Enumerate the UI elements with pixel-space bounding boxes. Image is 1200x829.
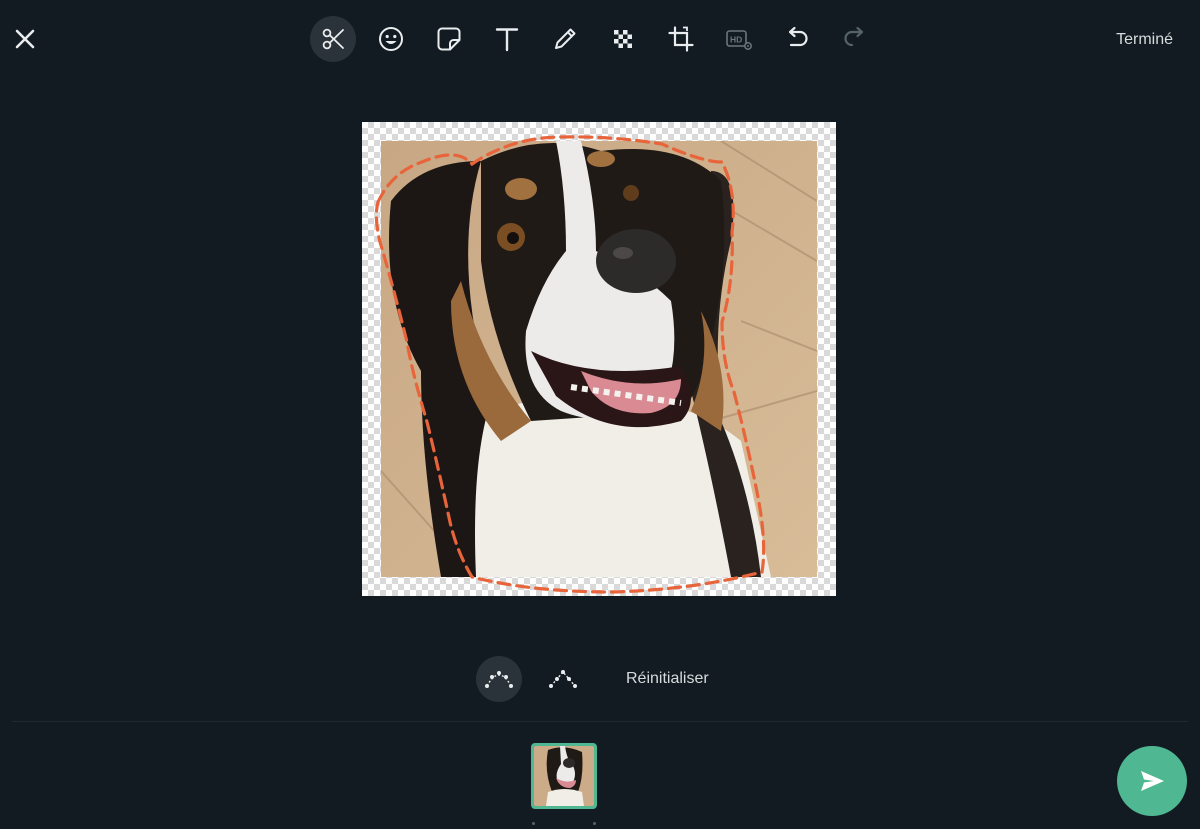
scissors-tool-button[interactable] (310, 16, 356, 62)
blur-tool-button[interactable] (600, 16, 646, 62)
close-button[interactable] (8, 22, 42, 56)
editor-toolbar: HD Terminé (0, 0, 1200, 80)
redo-icon (844, 26, 864, 47)
polygon-points-icon (549, 670, 577, 688)
undo-icon (788, 26, 808, 47)
text-tool-button[interactable] (484, 16, 530, 62)
draw-tool-button[interactable] (542, 16, 588, 62)
send-icon (1141, 771, 1164, 791)
reset-button[interactable]: Réinitialiser (626, 670, 709, 688)
dog-photo (381, 141, 817, 577)
blur-mosaic-icon (614, 30, 632, 48)
cutout-mode-controls: Réinitialiser (476, 656, 709, 702)
thumbnail-photo (534, 746, 594, 806)
image-canvas[interactable] (362, 122, 836, 596)
emoji-icon (379, 27, 403, 51)
send-button[interactable] (1117, 746, 1187, 816)
emoji-tool-button[interactable] (368, 16, 414, 62)
hd-quality-button[interactable]: HD (716, 16, 762, 62)
curve-points-icon (485, 671, 513, 688)
hd-settings-icon: HD (726, 30, 752, 50)
sticker-tool-button[interactable] (426, 16, 472, 62)
crop-icon (668, 26, 694, 52)
tool-strip: HD (310, 16, 890, 62)
scissors-icon (322, 28, 344, 50)
redo-button[interactable] (832, 16, 878, 62)
svg-text:HD: HD (730, 35, 742, 45)
text-icon (495, 28, 519, 52)
thumbnail-indicator-dots (531, 822, 597, 826)
footer-divider (12, 721, 1188, 722)
crop-tool-button[interactable] (658, 16, 704, 62)
undo-button[interactable] (774, 16, 820, 62)
sticker-icon (437, 27, 461, 51)
done-button[interactable]: Terminé (1116, 31, 1173, 49)
pencil-icon (555, 28, 576, 49)
media-thumbnail[interactable] (531, 743, 597, 809)
freeform-mode-button[interactable] (476, 656, 522, 702)
polygon-mode-button[interactable] (540, 656, 586, 702)
close-icon (15, 29, 35, 49)
